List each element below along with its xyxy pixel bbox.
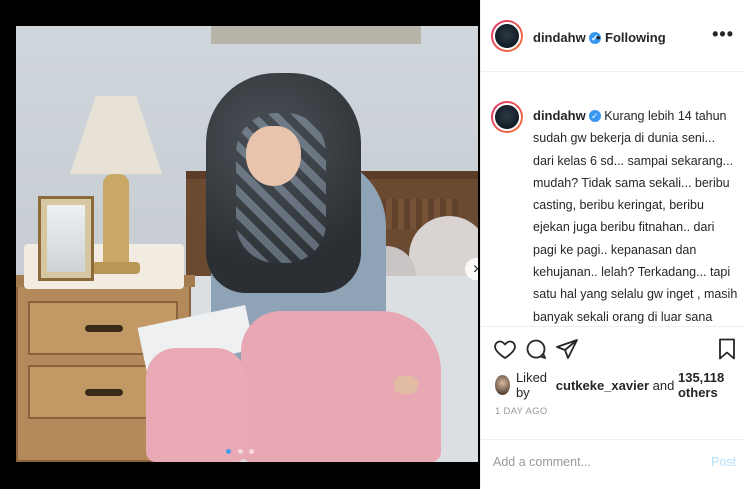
post-side-panel: dindahw ✓ • Following ••• dindahw ✓ Kurang… [480, 0, 745, 489]
likes-count[interactable]: 135,118 others [678, 370, 745, 400]
username[interactable]: dindahw [533, 30, 586, 45]
lamp-base [103, 174, 129, 269]
avatar[interactable] [491, 20, 523, 52]
likes-and: and [652, 377, 675, 393]
comment-bar: Post [481, 439, 745, 489]
share-icon[interactable] [555, 337, 579, 361]
lamp-shade [70, 96, 162, 174]
carousel-dot [248, 449, 254, 454]
photo-frame [38, 196, 94, 281]
avatar-image [493, 22, 521, 50]
verified-badge-icon: ✓ [588, 110, 601, 122]
person-face [246, 126, 301, 186]
liker-username[interactable]: cutkeke_xavier [556, 378, 649, 393]
avatar-image [493, 103, 521, 131]
drawer-handle [85, 389, 123, 396]
wall-frame [211, 26, 421, 44]
carousel-dots [0, 441, 480, 459]
bookmark-icon[interactable] [715, 337, 739, 361]
framed-picture [47, 205, 85, 272]
post-media[interactable]: › [0, 0, 480, 489]
following-button[interactable]: Following [605, 30, 666, 45]
hand [394, 376, 418, 394]
post-comment-button[interactable]: Post [711, 455, 736, 469]
more-options-icon[interactable]: ••• [712, 24, 734, 45]
heart-icon[interactable] [493, 337, 517, 361]
caption-username[interactable]: dindahw [533, 108, 586, 123]
caption: dindahw ✓ Kurang lebih 14 tahun sudah gw … [533, 105, 738, 325]
carousel-dot [237, 449, 243, 454]
post-timestamp[interactable]: 1 DAY AGO [495, 406, 548, 417]
caption-area[interactable]: dindahw ✓ Kurang lebih 14 tahun sudah gw … [481, 73, 745, 325]
carousel-dot [226, 449, 232, 454]
likes-summary: Liked by cutkeke_xavier and 135,118 othe… [495, 370, 745, 400]
action-bar [481, 326, 745, 371]
caption-text: Kurang lebih 14 tahun sudah gw bekerja d… [533, 109, 738, 324]
username-link[interactable]: dindahw ✓ [533, 30, 601, 45]
caption-avatar[interactable] [491, 101, 523, 133]
separator-dot: • [596, 30, 601, 45]
post-header: dindahw ✓ • Following ••• [481, 0, 745, 72]
likes-prefix: Liked by [515, 370, 548, 400]
liker-avatar[interactable] [495, 375, 510, 395]
comment-icon[interactable] [524, 337, 548, 361]
lamp-foot [92, 262, 140, 274]
drawer-handle [85, 325, 123, 332]
post-photo[interactable]: › [16, 26, 478, 462]
comment-input[interactable] [493, 455, 683, 469]
